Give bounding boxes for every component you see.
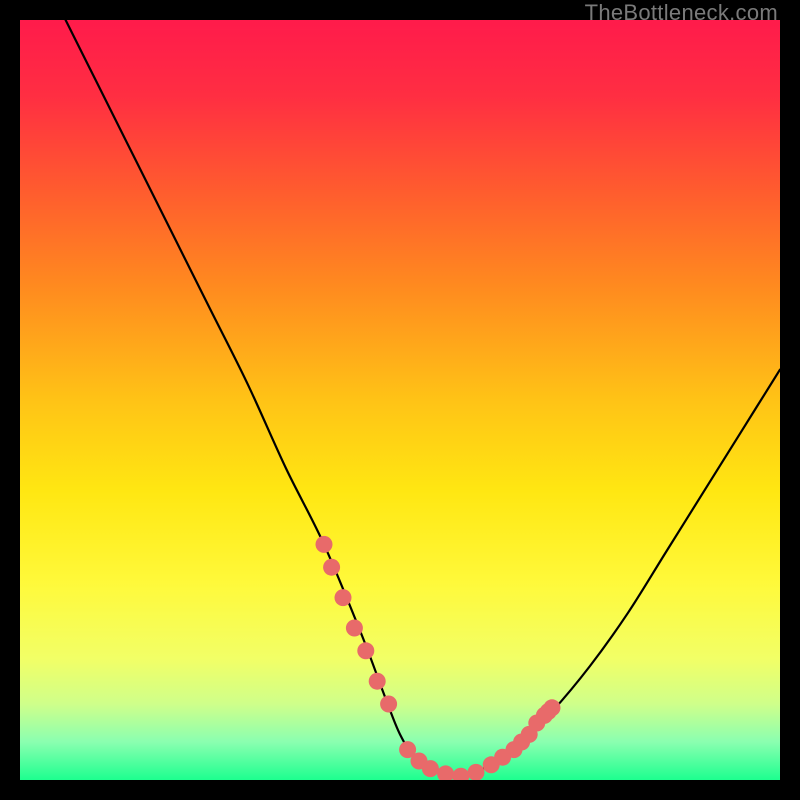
marker-dot xyxy=(357,642,374,659)
chart-background xyxy=(20,20,780,780)
marker-dot xyxy=(335,589,352,606)
marker-dot xyxy=(369,673,386,690)
marker-dot xyxy=(323,559,340,576)
marker-dot xyxy=(346,620,363,637)
marker-dot xyxy=(544,699,561,716)
marker-dot xyxy=(422,760,439,777)
watermark-text: TheBottleneck.com xyxy=(585,0,778,26)
marker-dot xyxy=(316,536,333,553)
chart-frame xyxy=(20,20,780,780)
marker-dot xyxy=(380,696,397,713)
bottleneck-chart xyxy=(20,20,780,780)
